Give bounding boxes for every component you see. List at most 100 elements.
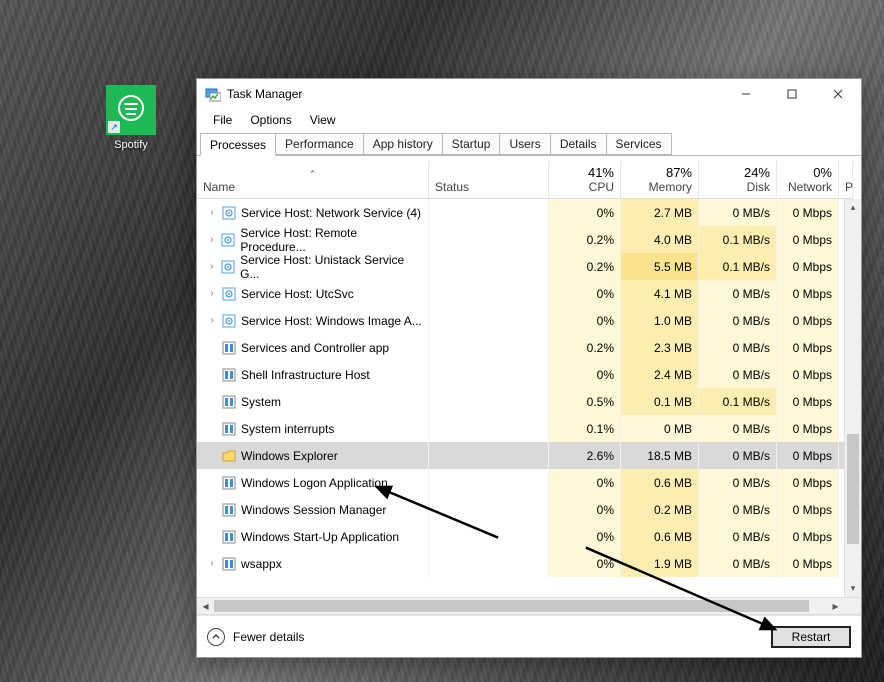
app-icon: [221, 502, 237, 518]
cell-network: 0 Mbps: [777, 442, 839, 469]
folder-icon: [221, 448, 237, 464]
cell-cpu: 0%: [549, 469, 621, 496]
process-name: Windows Logon Application: [241, 476, 388, 490]
horizontal-scrollbar[interactable]: ◂ ▸: [197, 597, 861, 614]
col-name[interactable]: ⌃ Name: [197, 161, 429, 199]
cell-name: Services and Controller app: [197, 334, 429, 361]
cell-name: › Service Host: Unistack Service G...: [197, 253, 429, 280]
app-icon: [221, 340, 237, 356]
tab-details[interactable]: Details: [550, 133, 607, 155]
table-row[interactable]: ›Service Host: Remote Procedure...0.2%4.…: [197, 226, 861, 253]
table-row[interactable]: ›Service Host: Windows Image A...0%1.0 M…: [197, 307, 861, 334]
cell-cpu: 0%: [549, 496, 621, 523]
menu-options[interactable]: Options: [242, 111, 299, 129]
table-row[interactable]: ›Service Host: UtcSvc0%4.1 MB0 MB/s0 Mbp…: [197, 280, 861, 307]
tab-services[interactable]: Services: [606, 133, 672, 155]
cell-disk: 0 MB/s: [699, 199, 777, 226]
table-row[interactable]: Windows Start-Up Application0%0.6 MB0 MB…: [197, 523, 861, 550]
process-name: Windows Start-Up Application: [241, 530, 399, 544]
gear-icon: [221, 313, 237, 329]
app-icon: [221, 475, 237, 491]
cell-name: ›Service Host: Windows Image A...: [197, 307, 429, 334]
tab-startup[interactable]: Startup: [442, 133, 501, 155]
expander-icon[interactable]: ›: [203, 261, 221, 272]
col-status[interactable]: Status: [429, 161, 549, 199]
tab-processes[interactable]: Processes: [200, 133, 276, 156]
cell-disk: 0 MB/s: [699, 523, 777, 550]
cell-status: [429, 226, 549, 253]
table-row[interactable]: Windows Logon Application0%0.6 MB0 MB/s0…: [197, 469, 861, 496]
fewer-details-button[interactable]: Fewer details: [207, 628, 304, 646]
col-p[interactable]: P: [839, 161, 853, 199]
process-name: Service Host: UtcSvc: [241, 287, 354, 301]
expander-icon[interactable]: ›: [203, 288, 221, 299]
restart-button[interactable]: Restart: [771, 626, 851, 648]
expander-icon[interactable]: ›: [203, 315, 221, 326]
cell-status: [429, 469, 549, 496]
desktop-shortcut-spotify[interactable]: ↗ Spotify: [96, 85, 166, 151]
table-row[interactable]: Windows Explorer2.6%18.5 MB0 MB/s0 Mbps: [197, 442, 861, 469]
col-cpu[interactable]: 41% CPU: [549, 161, 621, 199]
process-name: Service Host: Unistack Service G...: [240, 253, 422, 281]
tab-users[interactable]: Users: [499, 133, 550, 155]
scroll-track[interactable]: [845, 216, 861, 580]
table-row[interactable]: Shell Infrastructure Host0%2.4 MB0 MB/s0…: [197, 361, 861, 388]
col-network-label: Network: [783, 180, 832, 194]
minimize-button[interactable]: [723, 79, 769, 109]
expander-icon[interactable]: ›: [203, 234, 221, 245]
process-name: Service Host: Remote Procedure...: [240, 226, 422, 254]
scroll-right-icon[interactable]: ▸: [827, 598, 844, 614]
col-disk[interactable]: 24% Disk: [699, 161, 777, 199]
table-row[interactable]: Windows Session Manager0%0.2 MB0 MB/s0 M…: [197, 496, 861, 523]
cell-network: 0 Mbps: [777, 361, 839, 388]
cell-status: [429, 307, 549, 334]
scroll-up-icon[interactable]: ▴: [845, 199, 861, 216]
hscroll-thumb[interactable]: [214, 600, 809, 612]
menu-view[interactable]: View: [302, 111, 344, 129]
col-status-label: Status: [435, 180, 542, 194]
cell-memory: 2.3 MB: [621, 334, 699, 361]
hscroll-track[interactable]: [214, 598, 827, 614]
gear-icon: [221, 259, 237, 275]
cell-network: 0 Mbps: [777, 334, 839, 361]
cell-memory: 2.4 MB: [621, 361, 699, 388]
close-button[interactable]: [815, 79, 861, 109]
desktop[interactable]: ↗ Spotify Task Manager File Options View…: [0, 0, 884, 682]
titlebar[interactable]: Task Manager: [197, 79, 861, 109]
cell-disk: 0 MB/s: [699, 307, 777, 334]
cell-name: Windows Explorer: [197, 442, 429, 469]
table-row[interactable]: ›wsappx0%1.9 MB0 MB/s0 Mbps: [197, 550, 861, 577]
menu-file[interactable]: File: [205, 111, 240, 129]
scroll-down-icon[interactable]: ▾: [845, 580, 861, 597]
scroll-thumb[interactable]: [847, 434, 859, 543]
cell-disk: 0.1 MB/s: [699, 388, 777, 415]
sort-caret-icon: ⌃: [203, 170, 422, 180]
tab-app-history[interactable]: App history: [363, 133, 443, 155]
tab-performance[interactable]: Performance: [275, 133, 364, 155]
cell-network: 0 Mbps: [777, 415, 839, 442]
task-manager-icon: [205, 86, 221, 102]
cell-status: [429, 361, 549, 388]
vertical-scrollbar[interactable]: ▴ ▾: [844, 199, 861, 597]
expander-icon[interactable]: ›: [203, 558, 221, 569]
process-rows: ›Service Host: Network Service (4)0%2.7 …: [197, 199, 861, 597]
cell-network: 0 Mbps: [777, 469, 839, 496]
table-row[interactable]: ›Service Host: Unistack Service G...0.2%…: [197, 253, 861, 280]
col-network[interactable]: 0% Network: [777, 161, 839, 199]
table-row[interactable]: Services and Controller app0.2%2.3 MB0 M…: [197, 334, 861, 361]
app-icon: [221, 394, 237, 410]
table-row[interactable]: ›Service Host: Network Service (4)0%2.7 …: [197, 199, 861, 226]
col-memory-value: 87%: [627, 165, 692, 180]
menubar: File Options View: [197, 109, 861, 131]
col-memory[interactable]: 87% Memory: [621, 161, 699, 199]
expander-icon[interactable]: ›: [203, 207, 221, 218]
col-disk-value: 24%: [705, 165, 770, 180]
cell-network: 0 Mbps: [777, 226, 839, 253]
cell-status: [429, 388, 549, 415]
table-row[interactable]: System0.5%0.1 MB0.1 MB/s0 Mbps: [197, 388, 861, 415]
table-row[interactable]: System interrupts0.1%0 MB0 MB/s0 Mbps: [197, 415, 861, 442]
cell-cpu: 0%: [549, 523, 621, 550]
scroll-left-icon[interactable]: ◂: [197, 598, 214, 614]
cell-memory: 0.6 MB: [621, 469, 699, 496]
maximize-button[interactable]: [769, 79, 815, 109]
